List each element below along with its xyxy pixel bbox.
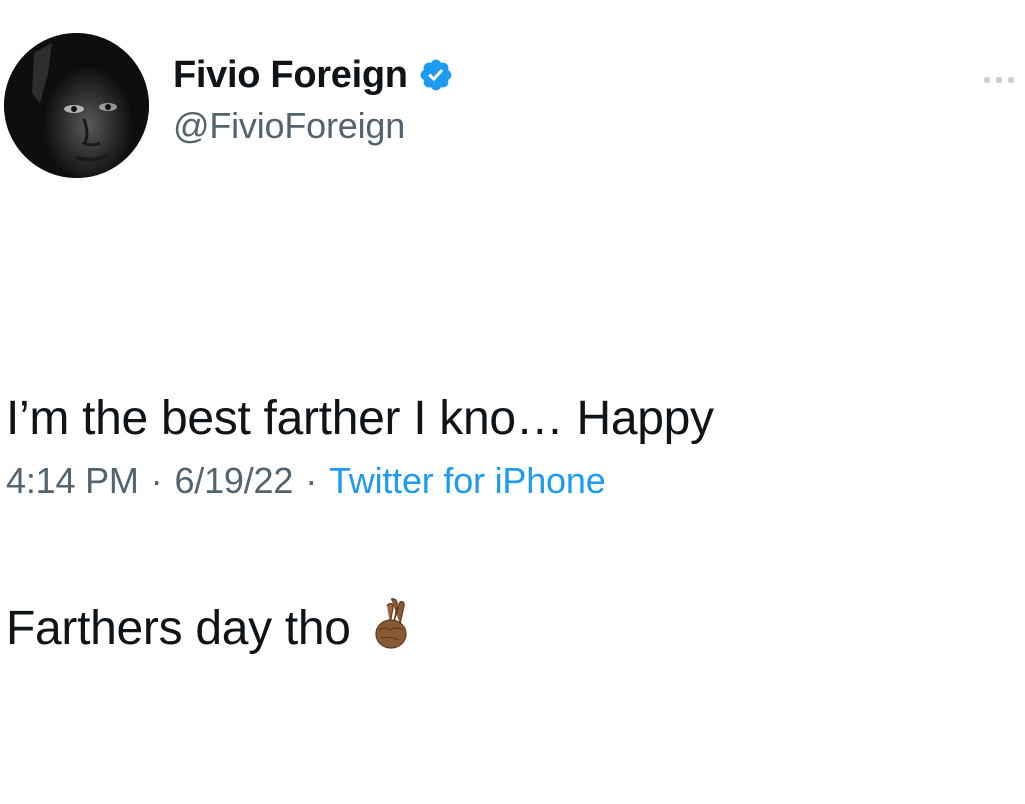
- display-name[interactable]: Fivio Foreign: [173, 52, 408, 98]
- more-options-icon[interactable]: [981, 74, 1017, 86]
- tweet-date[interactable]: 6/19/22: [174, 460, 293, 501]
- user-handle[interactable]: @FivioForeign: [173, 104, 454, 148]
- meta-separator: ·: [150, 460, 163, 501]
- avatar-image: [4, 33, 149, 178]
- tweet-meta: 4:14 PM · 6/19/22 · Twitter for iPhone: [6, 456, 606, 506]
- tweet-text-line-1: I’m the best farther I kno… Happy: [6, 392, 714, 445]
- tweet-text: I’m the best farther I kno… Happy Farthe…: [6, 244, 1006, 804]
- meta-separator: ·: [305, 460, 317, 501]
- tweet-text-line-2: Farthers day tho: [6, 602, 351, 655]
- tweet-card: Fivio Foreign @FivioForeign I’m the best…: [0, 0, 1025, 655]
- name-row: Fivio Foreign: [173, 52, 454, 98]
- tweet-text-line-2-wrap: Farthers day tho: [6, 594, 1006, 664]
- verified-badge-icon: [420, 59, 452, 91]
- tweet-source-link[interactable]: Twitter for iPhone: [329, 460, 606, 501]
- crossed-fingers-emoji: [375, 598, 407, 649]
- tweet-header: Fivio Foreign @FivioForeign: [173, 52, 454, 148]
- tweet-time[interactable]: 4:14 PM: [6, 460, 139, 501]
- profile-avatar[interactable]: [4, 33, 149, 178]
